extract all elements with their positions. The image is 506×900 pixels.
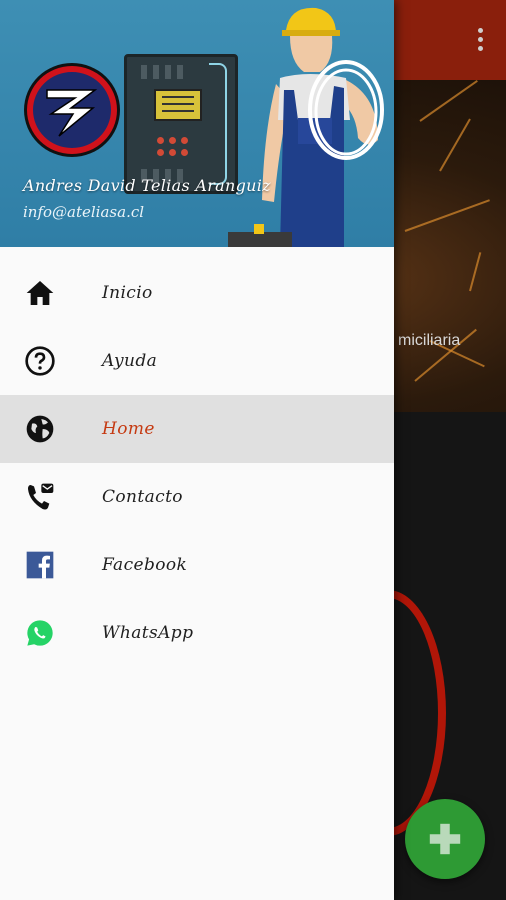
electrical-panel-illustration [124,54,238,194]
globe-icon [22,411,58,447]
menu-item-label: Ayuda [102,351,158,371]
navigation-drawer: Andres David Telias Aranguiz info@atelia… [0,0,394,900]
plus-icon [429,823,461,855]
electrician-illustration [228,7,384,247]
menu-item-label: Inicio [102,283,153,303]
add-fab-button[interactable] [405,799,485,879]
help-circle-icon [22,343,58,379]
menu-item-label: Contacto [102,487,183,507]
overflow-menu-icon[interactable] [478,28,484,52]
whatsapp-icon [22,615,58,651]
menu-item-whatsapp[interactable]: WhatsApp [0,599,394,667]
menu-item-home[interactable]: Home [0,395,394,463]
facebook-icon [22,547,58,583]
phone-message-icon [22,479,58,515]
menu-item-label: Home [102,419,155,439]
drawer-menu: Inicio Ayuda Home Contacto Facebook What… [0,259,394,667]
menu-item-inicio[interactable]: Inicio [0,259,394,327]
menu-item-ayuda[interactable]: Ayuda [0,327,394,395]
user-email: info@ateliasa.cl [23,203,145,221]
menu-item-contacto[interactable]: Contacto [0,463,394,531]
hero-caption: miciliaria [398,332,461,349]
company-logo [27,66,117,154]
home-icon [22,275,58,311]
menu-item-label: WhatsApp [102,623,194,643]
menu-item-label: Facebook [102,555,188,575]
drawer-header: Andres David Telias Aranguiz info@atelia… [0,0,394,247]
menu-item-facebook[interactable]: Facebook [0,531,394,599]
user-name: Andres David Telias Aranguiz [23,176,271,195]
